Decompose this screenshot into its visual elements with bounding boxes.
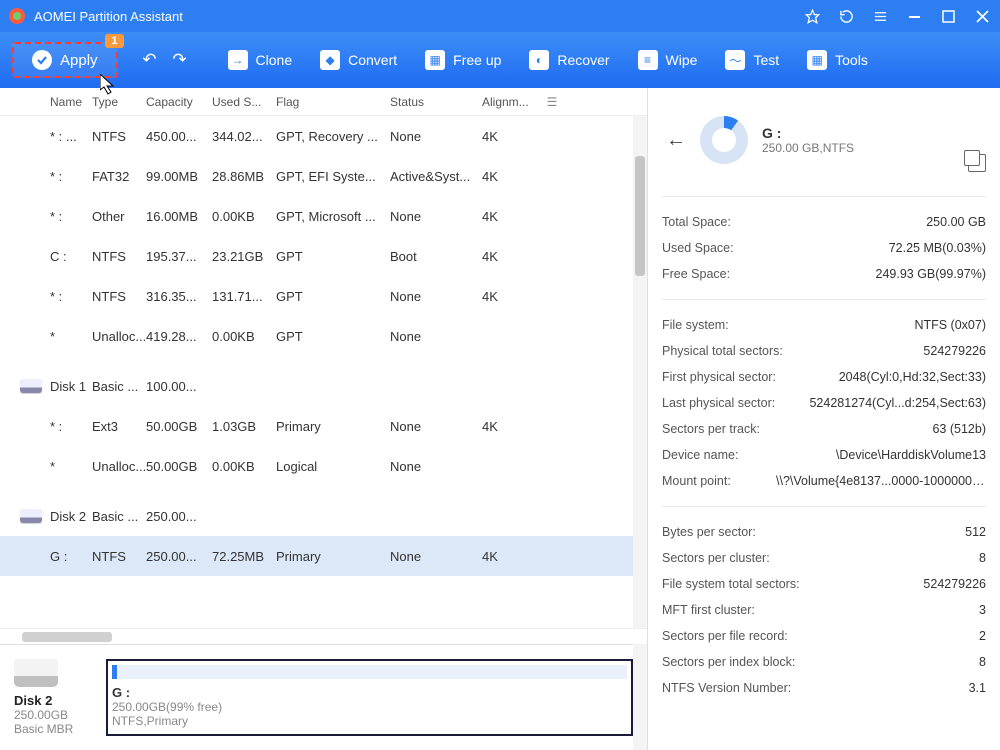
- info-row: Bytes per sector:512: [662, 519, 986, 545]
- minimize-button[interactable]: [904, 6, 924, 26]
- tool-icon: →: [228, 50, 248, 70]
- tool-icon: ▦: [807, 50, 827, 70]
- info-row: File system total sectors:524279226: [662, 571, 986, 597]
- disk-icon: [14, 659, 58, 687]
- partition-row[interactable]: G :NTFS250.00...72.25MBPrimaryNone4K: [0, 536, 647, 576]
- info-row: NTFS Version Number:3.1: [662, 675, 986, 701]
- back-button[interactable]: ←: [666, 129, 686, 152]
- partition-row[interactable]: * : ...NTFS450.00...344.02...GPT, Recove…: [0, 116, 647, 156]
- info-row: Free Space:249.93 GB(99.97%): [662, 261, 986, 287]
- partition-row[interactable]: * :Other16.00MB0.00KBGPT, Microsoft ...N…: [0, 196, 647, 236]
- grid-body[interactable]: * : ...NTFS450.00...344.02...GPT, Recove…: [0, 116, 647, 628]
- partition-row[interactable]: *Unalloc...419.28...0.00KBGPTNone: [0, 316, 647, 356]
- apply-badge: 1: [105, 34, 123, 48]
- toolbar-free-up[interactable]: ▦Free up: [415, 44, 511, 76]
- info-drive-letter: G :: [762, 125, 854, 141]
- titlebar: AOMEI Partition Assistant: [0, 0, 1000, 32]
- info-row: Sectors per track:63 (512b): [662, 416, 986, 442]
- partition-row[interactable]: *Unalloc...50.00GB0.00KBLogicalNone: [0, 446, 647, 486]
- col-flag[interactable]: Flag: [276, 95, 390, 109]
- info-row: Sectors per cluster:8: [662, 545, 986, 571]
- info-row: Physical total sectors:524279226: [662, 338, 986, 364]
- disk-icon: [20, 509, 42, 523]
- partition-row[interactable]: * :FAT3299.00MB28.86MBGPT, EFI Syste...A…: [0, 156, 647, 196]
- info-row: Used Space:72.25 MB(0.03%): [662, 235, 986, 261]
- app-title: AOMEI Partition Assistant: [34, 9, 802, 24]
- usage-pie-icon: [700, 116, 748, 164]
- col-type[interactable]: Type: [92, 95, 146, 109]
- disk-detail-name: Disk 2: [14, 693, 94, 708]
- check-icon: [32, 50, 52, 70]
- info-row: Sectors per file record:2: [662, 623, 986, 649]
- disk-detail-size: 250.00GB: [14, 708, 94, 722]
- window-controls: [802, 6, 992, 26]
- disk-detail-type: Basic MBR: [14, 722, 94, 736]
- info-row: Mount point:\\?\Volume{4e8137...0000-100…: [662, 468, 986, 494]
- apply-button[interactable]: 1 Apply: [12, 42, 118, 78]
- tool-icon: 〜: [725, 50, 745, 70]
- info-row: MFT first cluster:3: [662, 597, 986, 623]
- undo-button[interactable]: ↶: [140, 50, 160, 70]
- info-drive-sub: 250.00 GB,NTFS: [762, 141, 854, 155]
- partition-row[interactable]: C :NTFS195.37...23.21GBGPTBoot4K: [0, 236, 647, 276]
- col-status[interactable]: Status: [390, 95, 482, 109]
- partition-row[interactable]: * :NTFS316.35...131.71...GPTNone4K: [0, 276, 647, 316]
- partition-bar-info2: NTFS,Primary: [112, 714, 627, 728]
- grid-header: Name Type Capacity Used S... Flag Status…: [0, 88, 647, 116]
- redo-button[interactable]: ↷: [170, 50, 190, 70]
- tool-icon: ▦: [425, 50, 445, 70]
- partition-row[interactable]: * :Ext350.00GB1.03GBPrimaryNone4K: [0, 406, 647, 446]
- undo-redo: ↶ ↷: [140, 50, 190, 70]
- apply-label: Apply: [60, 52, 98, 69]
- info-panel: ← G : 250.00 GB,NTFS Total Space:250.00 …: [648, 88, 1000, 750]
- toolbar-recover[interactable]: ◐Recover: [519, 44, 619, 76]
- col-capacity[interactable]: Capacity: [146, 95, 212, 109]
- column-menu-icon[interactable]: ☰: [542, 95, 562, 109]
- toolbar-tools[interactable]: ▦Tools: [797, 44, 878, 76]
- menu-icon[interactable]: [870, 6, 890, 26]
- partition-bar[interactable]: G : 250.00GB(99% free) NTFS,Primary: [106, 659, 633, 736]
- col-used[interactable]: Used S...: [212, 95, 276, 109]
- info-row: Sectors per index block:8: [662, 649, 986, 675]
- horizontal-scrollbar[interactable]: [0, 628, 647, 644]
- tool-icon: ◆: [320, 50, 340, 70]
- close-button[interactable]: [972, 6, 992, 26]
- toolbar-test[interactable]: 〜Test: [715, 44, 789, 76]
- vertical-scrollbar[interactable]: [633, 116, 647, 750]
- disk-detail-panel: Disk 2 250.00GB Basic MBR G : 250.00GB(9…: [0, 644, 647, 750]
- app-icon: [8, 7, 26, 25]
- maximize-button[interactable]: [938, 6, 958, 26]
- tool-icon: ◐: [529, 50, 549, 70]
- info-row: Last physical sector:524281274(Cyl...d:2…: [662, 390, 986, 416]
- partition-list-panel: Name Type Capacity Used S... Flag Status…: [0, 88, 648, 750]
- info-row: Device name:\Device\HarddiskVolume13: [662, 442, 986, 468]
- col-alignment[interactable]: Alignm...: [482, 95, 542, 109]
- info-row: Total Space:250.00 GB: [662, 209, 986, 235]
- info-row: File system:NTFS (0x07): [662, 312, 986, 338]
- disk-row[interactable]: Disk 2Basic ...250.00...: [0, 496, 647, 536]
- tool-icon: ≡: [638, 50, 658, 70]
- col-name[interactable]: Name: [0, 95, 92, 109]
- copy-icon[interactable]: [968, 154, 986, 172]
- disk-icon: [20, 379, 42, 393]
- partition-bar-info1: 250.00GB(99% free): [112, 700, 627, 714]
- star-icon[interactable]: [802, 6, 822, 26]
- toolbar: 1 Apply ↶ ↷ →Clone◆Convert▦Free up◐Recov…: [0, 32, 1000, 88]
- toolbar-convert[interactable]: ◆Convert: [310, 44, 407, 76]
- toolbar-wipe[interactable]: ≡Wipe: [628, 44, 708, 76]
- disk-row[interactable]: Disk 1Basic ...100.00...: [0, 366, 647, 406]
- partition-bar-name: G :: [112, 685, 627, 700]
- info-row: First physical sector:2048(Cyl:0,Hd:32,S…: [662, 364, 986, 390]
- toolbar-clone[interactable]: →Clone: [218, 44, 303, 76]
- refresh-icon[interactable]: [836, 6, 856, 26]
